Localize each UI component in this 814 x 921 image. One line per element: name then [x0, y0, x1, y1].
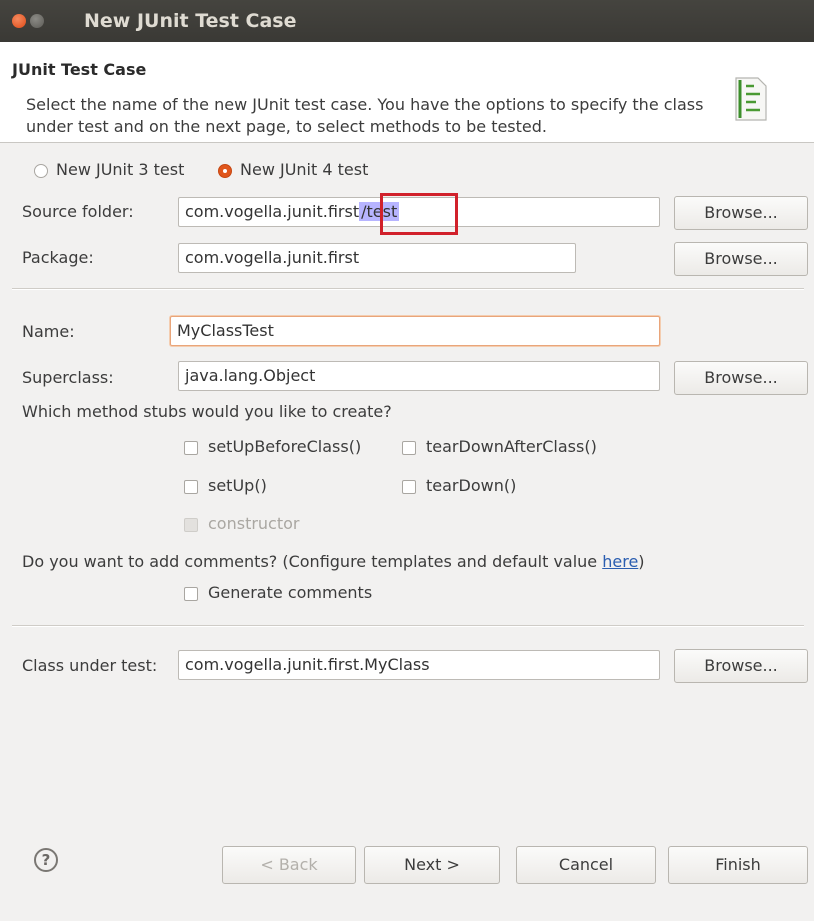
- package-input[interactable]: com.vogella.junit.first: [178, 243, 576, 273]
- configure-templates-link[interactable]: here: [602, 552, 638, 571]
- junit3-label[interactable]: New JUnit 3 test: [56, 160, 184, 179]
- junit4-label[interactable]: New JUnit 4 test: [240, 160, 368, 179]
- window-title: New JUnit Test Case: [84, 10, 297, 32]
- comments-question-text: Do you want to add comments? (Configure …: [22, 552, 603, 571]
- browse-source-folder-button[interactable]: Browse...: [674, 196, 808, 230]
- browse-package-button[interactable]: Browse...: [674, 242, 808, 276]
- wizard-page-title: JUnit Test Case: [12, 60, 147, 79]
- constructor-label: constructor: [208, 514, 300, 533]
- setup-checkbox[interactable]: [184, 480, 198, 494]
- superclass-label: Superclass:: [22, 368, 114, 387]
- name-label: Name:: [22, 322, 75, 341]
- wizard-header: JUnit Test Case Select the name of the n…: [0, 42, 814, 143]
- superclass-input[interactable]: java.lang.Object: [178, 361, 660, 391]
- help-icon[interactable]: ?: [34, 848, 58, 872]
- setup-before-class-label[interactable]: setUpBeforeClass(): [208, 437, 361, 456]
- browse-class-under-test-button[interactable]: Browse...: [674, 649, 808, 683]
- generate-comments-checkbox[interactable]: [184, 587, 198, 601]
- package-label: Package:: [22, 248, 94, 267]
- name-input[interactable]: MyClassTest: [170, 316, 660, 346]
- teardown-label[interactable]: tearDown(): [426, 476, 516, 495]
- setup-label[interactable]: setUp(): [208, 476, 267, 495]
- junit-test-case-icon: [735, 77, 767, 121]
- teardown-checkbox[interactable]: [402, 480, 416, 494]
- next-button[interactable]: Next >: [364, 846, 500, 884]
- source-folder-label: Source folder:: [22, 202, 134, 221]
- class-under-test-input[interactable]: com.vogella.junit.first.MyClass: [178, 650, 660, 680]
- teardown-after-class-label[interactable]: tearDownAfterClass(): [426, 437, 597, 456]
- browse-superclass-button[interactable]: Browse...: [674, 361, 808, 395]
- window-close-button[interactable]: [12, 14, 26, 28]
- separator: [12, 288, 804, 290]
- wizard-page-description: Select the name of the new JUnit test ca…: [26, 95, 704, 136]
- comments-question-suffix: ): [638, 552, 645, 571]
- window-minimize-button[interactable]: [30, 14, 44, 28]
- highlight-annotation-box: [380, 193, 458, 235]
- junit4-radio[interactable]: [218, 164, 232, 178]
- setup-before-class-checkbox[interactable]: [184, 441, 198, 455]
- class-under-test-label: Class under test:: [22, 656, 158, 675]
- method-stubs-question: Which method stubs would you like to cre…: [22, 402, 392, 421]
- generate-comments-label[interactable]: Generate comments: [208, 583, 372, 602]
- comments-question: Do you want to add comments? (Configure …: [22, 552, 645, 571]
- back-button[interactable]: < Back: [222, 846, 356, 884]
- window-titlebar: New JUnit Test Case: [0, 0, 814, 42]
- separator: [12, 625, 804, 627]
- finish-button[interactable]: Finish: [668, 846, 808, 884]
- constructor-checkbox: [184, 518, 198, 532]
- cancel-button[interactable]: Cancel: [516, 846, 656, 884]
- teardown-after-class-checkbox[interactable]: [402, 441, 416, 455]
- source-folder-value: com.vogella.junit.first: [185, 202, 360, 221]
- junit3-radio[interactable]: [34, 164, 48, 178]
